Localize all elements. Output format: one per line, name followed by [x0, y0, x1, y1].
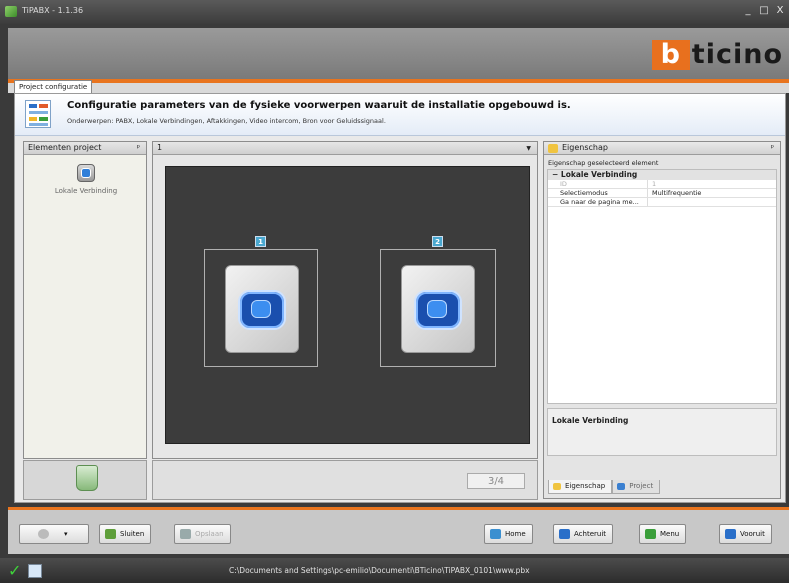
device-slot-1[interactable]: 1 [204, 236, 318, 367]
tab-strip [8, 83, 789, 93]
banner-title: Configuratie parameters van de fysieke v… [67, 100, 571, 111]
settings-dropdown[interactable]: ▾ [19, 524, 89, 544]
sluiten-button[interactable]: Sluiten [99, 524, 152, 544]
achteruit-button[interactable]: Achteruit [553, 524, 614, 544]
menu-button[interactable]: Menu [639, 524, 687, 544]
arrow-up-icon [645, 529, 656, 539]
home-icon [490, 529, 501, 539]
main-content: Configuratie parameters van de fysieke v… [14, 93, 786, 503]
local-connection-icon [77, 164, 95, 182]
device-canvas: 1 2 [165, 166, 530, 444]
elements-panel-header: Elementen project ᵖ [24, 142, 146, 155]
configuration-icon [25, 100, 51, 128]
element-lokale-verbinding[interactable]: Lokale Verbinding [54, 164, 118, 195]
properties-caption: Eigenschap geselecteerd element [548, 159, 659, 167]
pin-icon[interactable]: ᵖ [137, 143, 140, 152]
window-title: TiPABX - 1.1.36 [22, 6, 84, 15]
layout-footer: 3/4 [152, 460, 538, 500]
pin-icon[interactable]: ᵖ [771, 143, 774, 152]
device-plate [225, 265, 299, 353]
recycle-bin-icon[interactable] [76, 465, 98, 491]
property-description: Lokale Verbinding [547, 408, 777, 456]
app-header: b ticino [8, 28, 789, 79]
properties-tabs: Eigenschap Project [548, 480, 661, 494]
property-grid: − Lokale Verbinding ID 1 Selectiemodus Mul… [547, 169, 777, 404]
info-banner: Configuratie parameters van de fysieke v… [15, 94, 785, 136]
properties-panel-header: Eigenschap ᵖ [544, 142, 780, 155]
title-bar: TiPABX - 1.1.36 _ □ X [0, 0, 789, 24]
device-number-badge: 2 [432, 236, 443, 247]
checkmark-icon: ✓ [8, 561, 22, 580]
button-icon [414, 290, 462, 330]
layout-selector-value: 1 [157, 143, 163, 152]
bticino-logo: b ticino [651, 40, 783, 70]
app-icon [5, 6, 17, 17]
button-icon [238, 290, 286, 330]
property-category[interactable]: − Lokale Verbinding [548, 170, 776, 180]
device-plate [401, 265, 475, 353]
pbx-file-icon [28, 564, 42, 578]
arrow-right-icon [725, 529, 736, 539]
elements-panel: Elementen project ᵖ Lokale Verbinding [23, 141, 147, 459]
tab-project[interactable]: Project [612, 480, 661, 494]
close-button[interactable]: X [773, 4, 787, 18]
save-icon [180, 529, 191, 539]
device-slot-2[interactable]: 2 [380, 236, 496, 367]
file-path: C:\Documents and Settings\pc-emilio\Docu… [229, 566, 530, 575]
elements-panel-title: Elementen project [28, 143, 102, 152]
property-row-goto-page[interactable]: Ga naar de pagina me... [548, 198, 776, 207]
properties-icon [548, 144, 558, 153]
property-row-selectiemodus[interactable]: Selectiemodus Multifrequentie [548, 189, 776, 198]
status-bar: ✓ C:\Documents and Settings\pc-emilio\Do… [0, 558, 789, 583]
trash-area [23, 460, 147, 500]
tab-eigenschap[interactable]: Eigenschap [548, 480, 613, 494]
arrow-left-icon [559, 529, 570, 539]
maximize-button[interactable]: □ [757, 4, 771, 18]
chevron-down-icon[interactable]: ▼ [526, 145, 531, 152]
layout-selector[interactable]: 1 ▼ [153, 142, 537, 155]
layout-panel: 1 ▼ 1 2 [152, 141, 538, 459]
properties-panel: Eigenschap ᵖ Eigenschap geselecteerd ele… [543, 141, 781, 499]
banner-subtitle: Onderwerpen: PABX, Lokale Verbindingen, … [67, 117, 386, 125]
tab-project-configuratie[interactable]: Project configuratie [14, 80, 93, 93]
element-label: Lokale Verbinding [54, 187, 118, 195]
vooruit-button[interactable]: Vooruit [719, 524, 772, 544]
page-indicator: 3/4 [467, 473, 525, 489]
home-button[interactable]: Home [484, 524, 533, 544]
property-row-id: ID 1 [548, 180, 776, 189]
properties-panel-title: Eigenschap [562, 143, 608, 152]
bottom-toolbar: ▾ Sluiten Opslaan Home Achteruit Menu Vo… [8, 507, 789, 554]
close-project-icon [105, 529, 116, 539]
opslaan-button[interactable]: Opslaan [174, 524, 231, 544]
device-number-badge: 1 [255, 236, 266, 247]
gear-icon [38, 529, 49, 539]
minimize-button[interactable]: _ [741, 4, 755, 18]
